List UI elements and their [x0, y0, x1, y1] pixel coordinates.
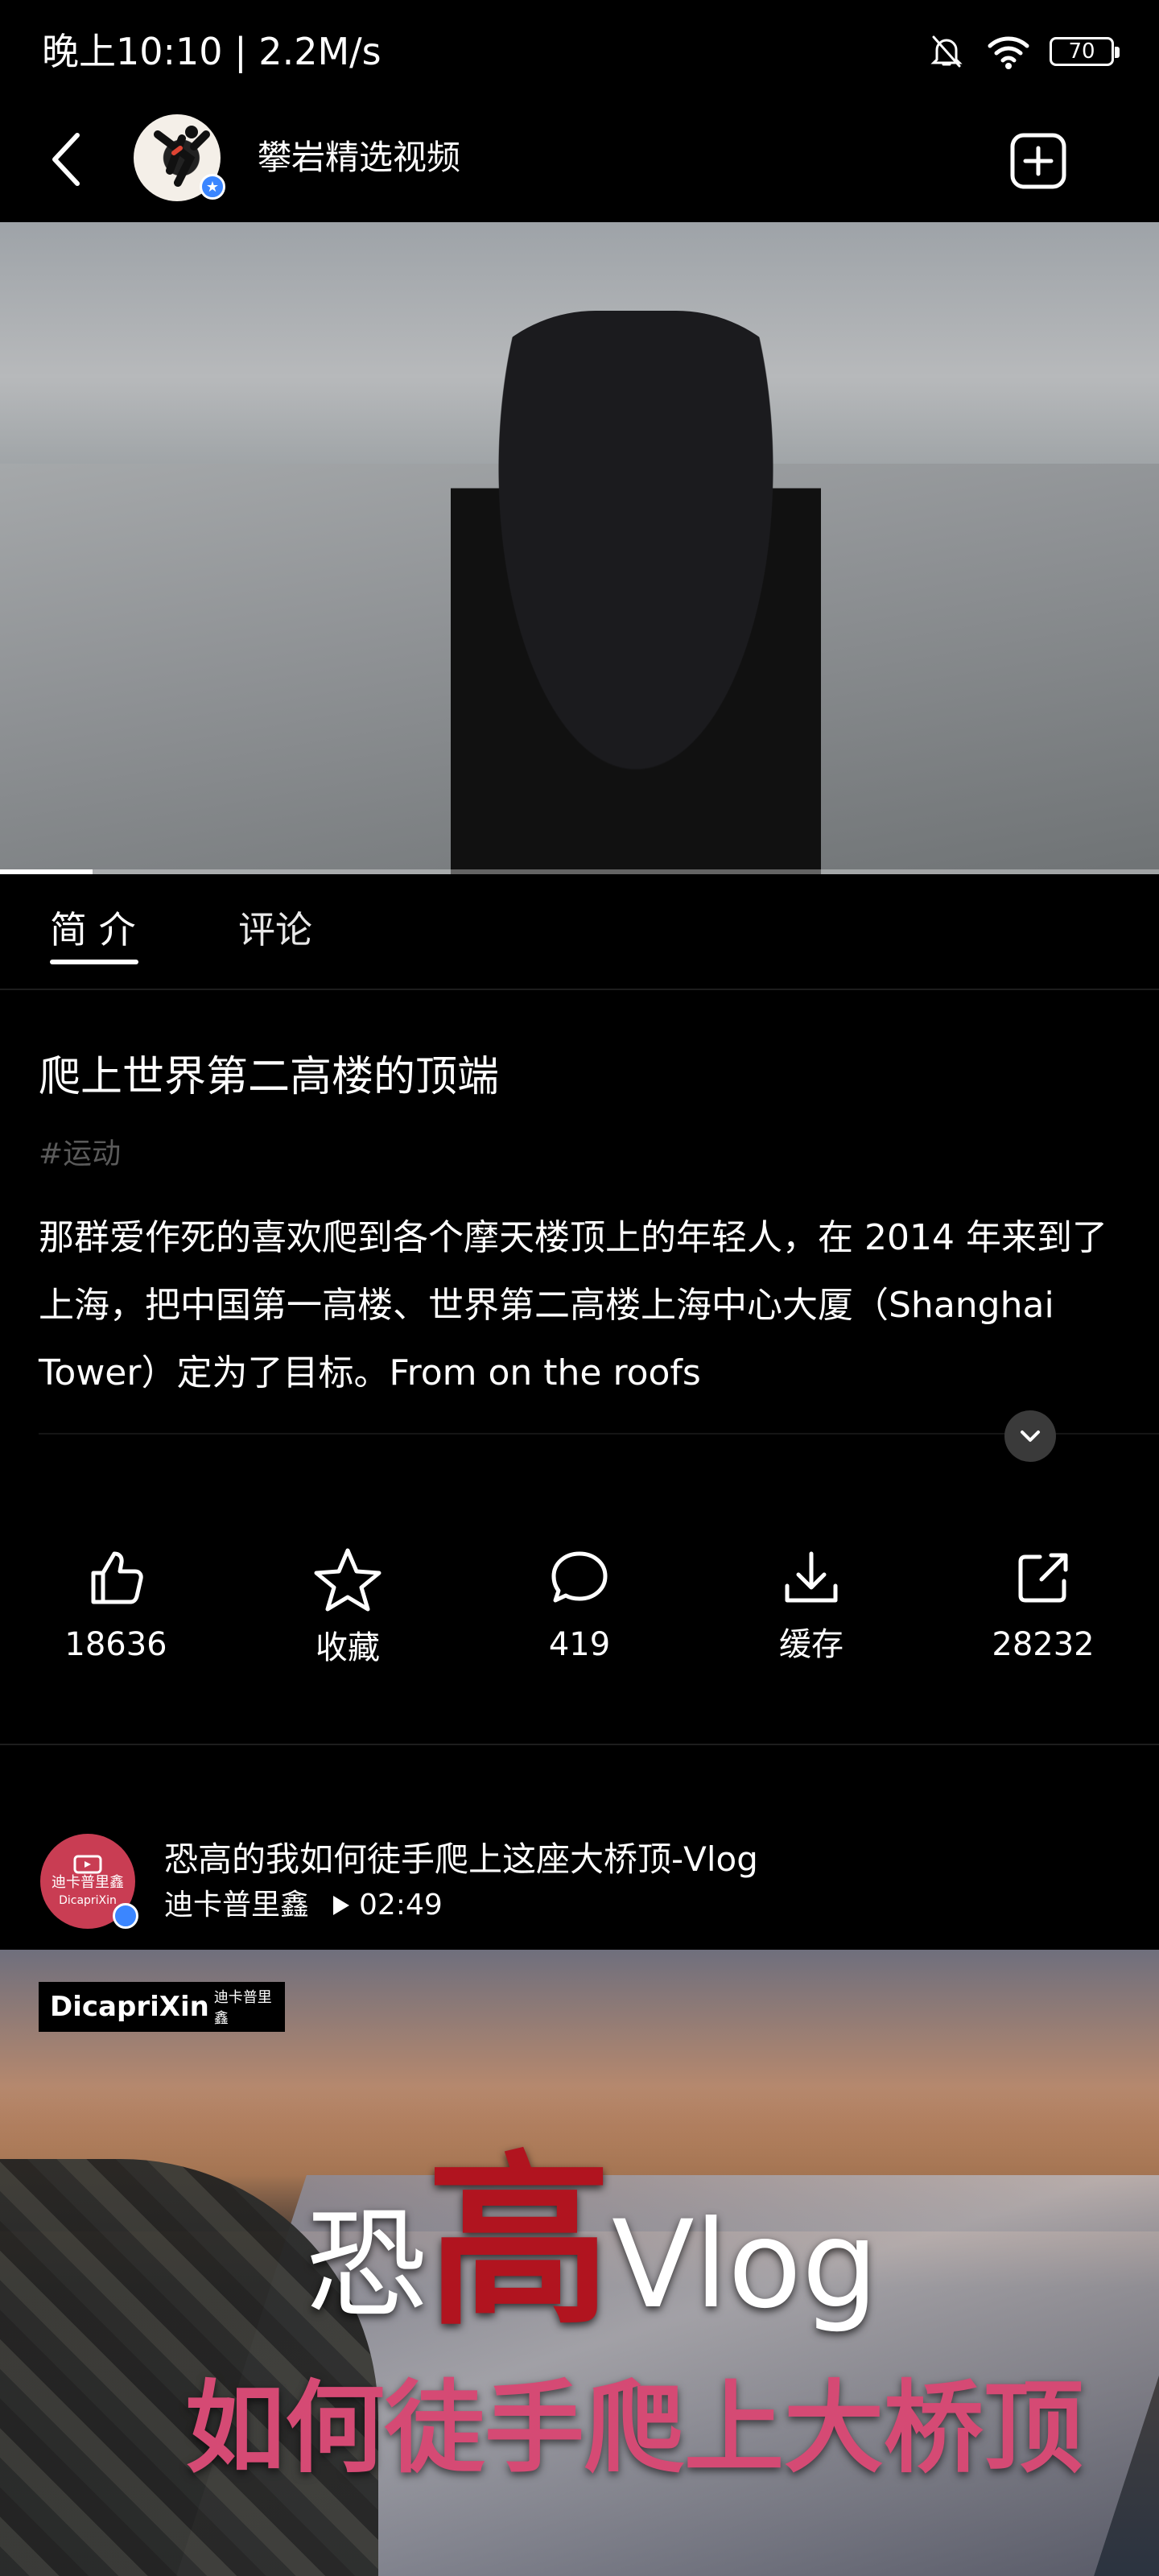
- video-player[interactable]: [0, 222, 1159, 874]
- action-bar: 18636 收藏 419 缓存 28232: [0, 1546, 1159, 1690]
- thumb-heading: 恐高Vlog: [306, 2151, 879, 2336]
- thumbs-up-icon: [91, 1551, 143, 1604]
- thumb-channel-logo: DicapriXin 迪卡普里鑫: [39, 1982, 285, 2032]
- favorite-action[interactable]: 收藏: [251, 1546, 444, 1668]
- thumb-subheading: 如何徒手爬上大桥顶: [185, 2371, 1084, 2487]
- video-frame-person: [451, 311, 821, 874]
- channel-name[interactable]: 攀岩精选视频: [258, 135, 460, 180]
- share-icon: [1018, 1553, 1068, 1603]
- like-count: 18636: [64, 1626, 167, 1663]
- recommended-author[interactable]: 迪卡普里鑫: [164, 1885, 309, 1926]
- comment-count: 419: [548, 1626, 611, 1663]
- avatar-text: 迪卡普里鑫: [52, 1874, 124, 1891]
- back-button[interactable]: [40, 127, 97, 192]
- chevron-down-icon: [1021, 1430, 1040, 1442]
- comment-icon: [551, 1551, 608, 1603]
- verified-star-icon: [113, 1903, 138, 1929]
- status-icons: 70: [926, 29, 1120, 74]
- comment-action[interactable]: 419: [483, 1546, 676, 1665]
- mute-bell-icon: [930, 35, 963, 68]
- add-button[interactable]: [1008, 130, 1069, 192]
- play-icon: [333, 1896, 349, 1915]
- thumb-logo-small-text: 迪卡普里鑫: [213, 1989, 272, 2027]
- thumb-logo-text: DicapriXin: [50, 1991, 209, 2023]
- video-progress-fill: [0, 869, 93, 874]
- duration-text: 02:49: [359, 1889, 443, 1922]
- favorite-label: 收藏: [316, 1629, 380, 1666]
- share-count: 28232: [992, 1626, 1095, 1663]
- battery-indicator: 70: [1050, 37, 1120, 66]
- thumb-heading-big: 高: [427, 2136, 612, 2351]
- verified-star-icon: ★: [200, 174, 225, 200]
- download-icon: [785, 1551, 838, 1603]
- star-icon: [314, 1548, 382, 1612]
- status-time-speed: 晚上10:10 | 2.2M/s: [42, 30, 382, 73]
- channel-avatar[interactable]: ★: [134, 114, 225, 201]
- tabs-divider: [0, 989, 1159, 990]
- tab-active-indicator: [50, 960, 138, 964]
- recommended-duration: 02:49: [330, 1885, 443, 1926]
- wifi-icon: [988, 36, 1029, 69]
- video-description: 那群爱作死的喜欢爬到各个摩天楼顶上的年轻人，在 2014 年来到了上海，把中国第…: [39, 1217, 1107, 1393]
- recommended-author-avatar[interactable]: 迪卡普里鑫 DicapriXin: [40, 1834, 138, 1929]
- recommended-thumbnail[interactable]: DicapriXin 迪卡普里鑫 恐高Vlog 如何徒手爬上大桥顶: [0, 1950, 1159, 2576]
- download-action[interactable]: 缓存: [715, 1546, 908, 1665]
- description-divider: [39, 1433, 1159, 1435]
- video-progress-bar[interactable]: [0, 869, 1159, 874]
- tab-comments[interactable]: 评论: [238, 902, 312, 958]
- battery-level: 70: [1068, 39, 1095, 64]
- video-tag[interactable]: #运动: [39, 1135, 121, 1174]
- back-arrow-icon: [52, 133, 80, 186]
- actions-divider: [0, 1744, 1159, 1745]
- expand-description-button[interactable]: [1004, 1410, 1056, 1462]
- plus-square-icon: [1010, 133, 1066, 189]
- thumb-heading-right: Vlog: [612, 2195, 879, 2335]
- share-action[interactable]: 28232: [947, 1546, 1140, 1665]
- recommended-title[interactable]: 恐高的我如何徒手爬上这座大桥顶-Vlog: [164, 1837, 758, 1882]
- thumb-heading-left: 恐: [306, 2195, 427, 2335]
- camera-logo-icon: [73, 1855, 102, 1874]
- video-title: 爬上世界第二高楼的顶端: [39, 1053, 500, 1101]
- download-label: 缓存: [779, 1626, 843, 1663]
- status-bar: 晚上10:10 | 2.2M/s 70: [0, 0, 1159, 105]
- avatar-subtext: DicapriXin: [59, 1894, 117, 1907]
- tab-intro[interactable]: 简 介: [50, 902, 136, 958]
- like-action[interactable]: 18636: [19, 1546, 212, 1665]
